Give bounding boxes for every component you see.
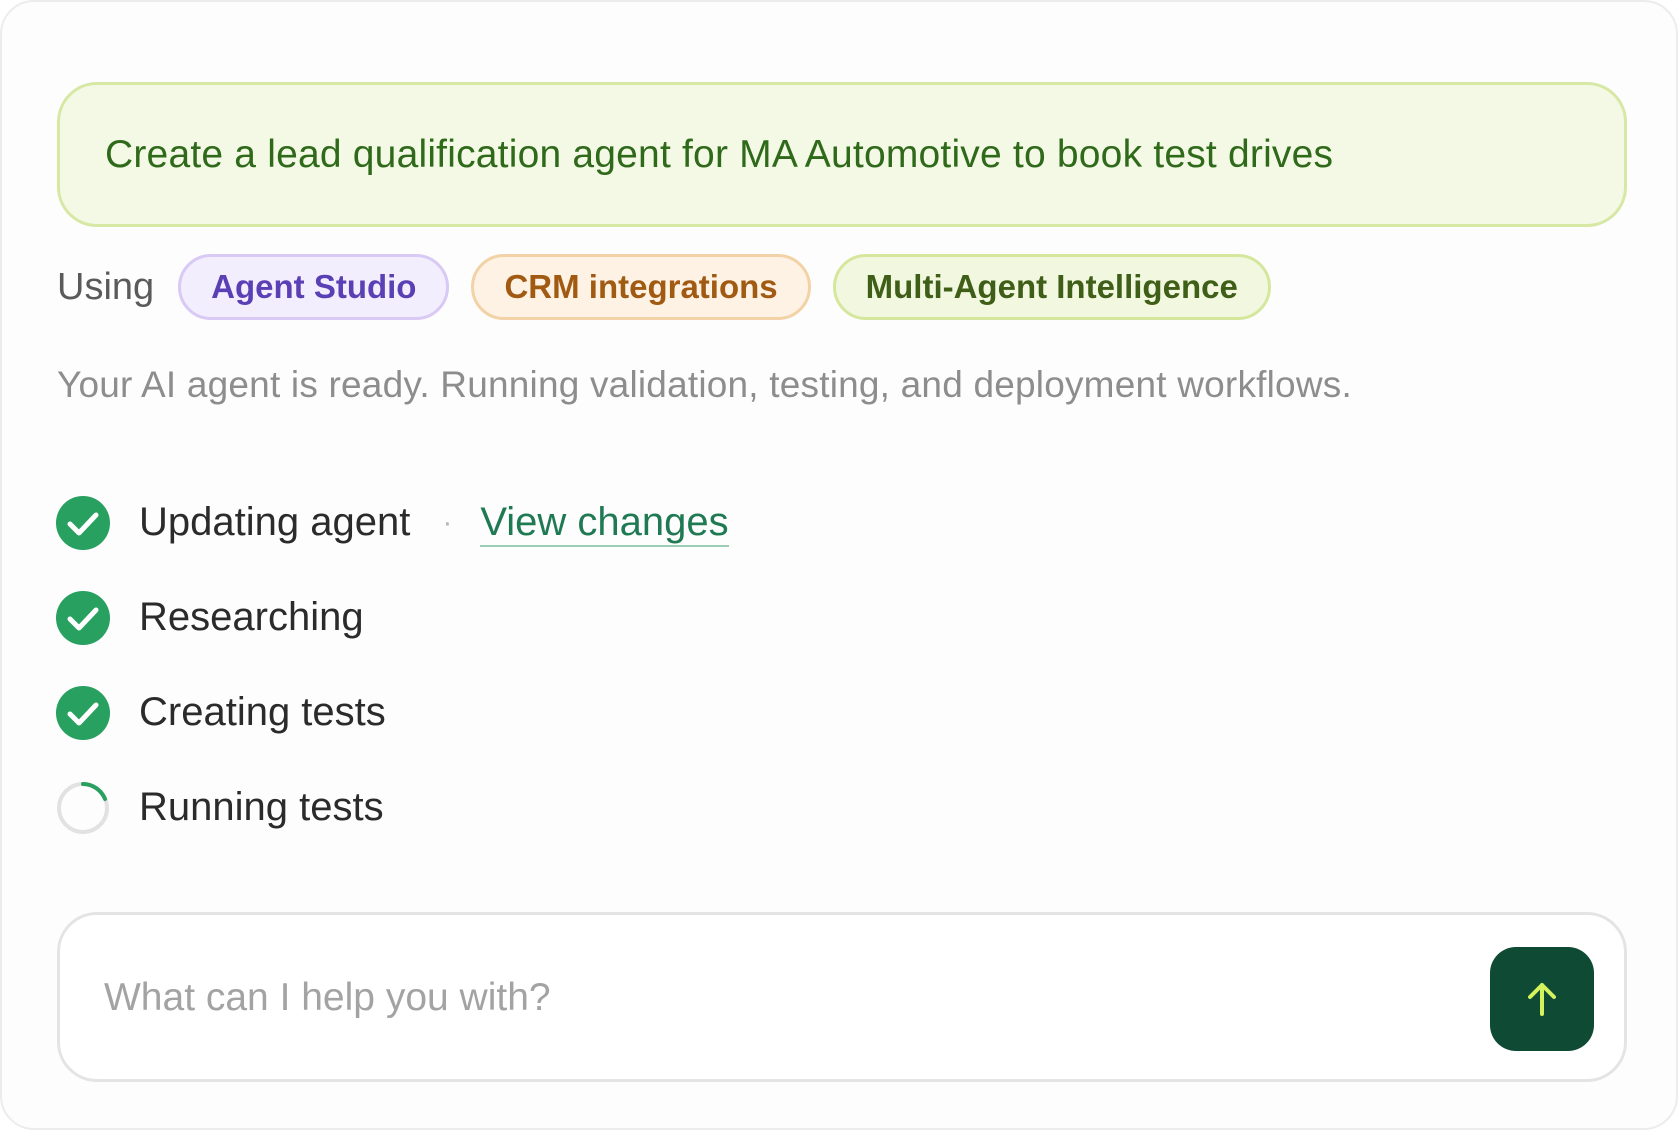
arrow-up-icon: [1528, 983, 1556, 1016]
spinner-icon: [57, 781, 109, 834]
prompt-text: Create a lead qualification agent for MA…: [105, 132, 1334, 176]
chip-agent-studio[interactable]: Agent Studio: [178, 254, 450, 320]
chat-input[interactable]: [102, 915, 1436, 1081]
prompt-banner: Create a lead qualification agent for MA…: [57, 82, 1627, 227]
view-changes-link[interactable]: View changes: [480, 499, 729, 547]
step-label: Researching: [139, 595, 364, 639]
step-researching: Researching: [55, 570, 729, 665]
step-list: Updating agent · View changes Researchin…: [55, 475, 729, 855]
step-updating-agent: Updating agent · View changes: [55, 475, 729, 570]
check-circle-icon: [56, 590, 110, 645]
check-circle-icon: [56, 685, 110, 740]
using-row: Using Agent Studio CRM integrations Mult…: [57, 252, 1293, 322]
using-label: Using: [57, 265, 155, 308]
status-message: Your AI agent is ready. Running validati…: [57, 364, 1352, 405]
check-circle-icon: [56, 495, 110, 550]
step-label: Creating tests: [139, 690, 386, 734]
send-button[interactable]: [1490, 947, 1594, 1051]
chip-multi-agent-intelligence[interactable]: Multi-Agent Intelligence: [832, 254, 1271, 320]
assistant-card: Create a lead qualification agent for MA…: [0, 0, 1678, 1130]
step-label: Running tests: [139, 785, 384, 829]
chip-crm-integrations[interactable]: CRM integrations: [471, 254, 811, 320]
step-creating-tests: Creating tests: [55, 665, 729, 760]
step-running-tests: Running tests: [55, 760, 729, 855]
chat-input-box: [57, 912, 1627, 1082]
step-separator: ·: [442, 505, 453, 539]
step-label: Updating agent: [139, 500, 411, 544]
